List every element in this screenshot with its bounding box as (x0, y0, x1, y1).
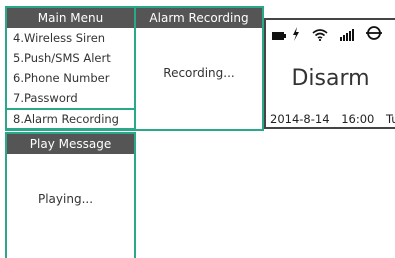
time-text: 16:00 (341, 112, 375, 126)
playing-status-text: Playing... (37, 192, 94, 206)
play-message-title: Play Message (7, 134, 134, 154)
recording-status-text: Recording... (163, 66, 235, 80)
main-menu-title: Main Menu (7, 8, 134, 28)
battery-icon (272, 26, 286, 45)
no-sim-icon (366, 25, 382, 45)
menu-item-push-sms-alert[interactable]: 5.Push/SMS Alert (7, 48, 134, 68)
status-bar (272, 26, 395, 44)
main-menu-list: 4.Wireless Siren 5.Push/SMS Alert 6.Phon… (5, 28, 136, 130)
menu-item-phone-number[interactable]: 6.Phone Number (7, 68, 134, 88)
signal-bars-icon (340, 26, 354, 45)
device-status-screen: Disarm 2014-8-14 16:00 Tue (264, 18, 395, 129)
weekday-text: Tue (386, 112, 395, 126)
arm-mode-text: Disarm (291, 66, 370, 91)
menu-item-alarm-recording[interactable]: 8.Alarm Recording (5, 108, 136, 130)
datetime-row: 2014-8-14 16:00 Tue (270, 112, 395, 126)
main-menu-panel: Main Menu 4.Wireless Siren 5.Push/SMS Al… (5, 6, 136, 131)
date-text: 2014-8-14 (270, 112, 330, 126)
menu-item-password[interactable]: 7.Password (7, 88, 134, 108)
alarm-recording-title: Alarm Recording (136, 8, 262, 28)
play-message-panel: Play Message Playing... (5, 132, 136, 258)
wifi-icon (312, 26, 328, 45)
alarm-recording-panel: Alarm Recording Recording... (134, 6, 264, 131)
menu-item-wireless-siren[interactable]: 4.Wireless Siren (7, 28, 134, 48)
power-flash-icon (292, 26, 300, 45)
